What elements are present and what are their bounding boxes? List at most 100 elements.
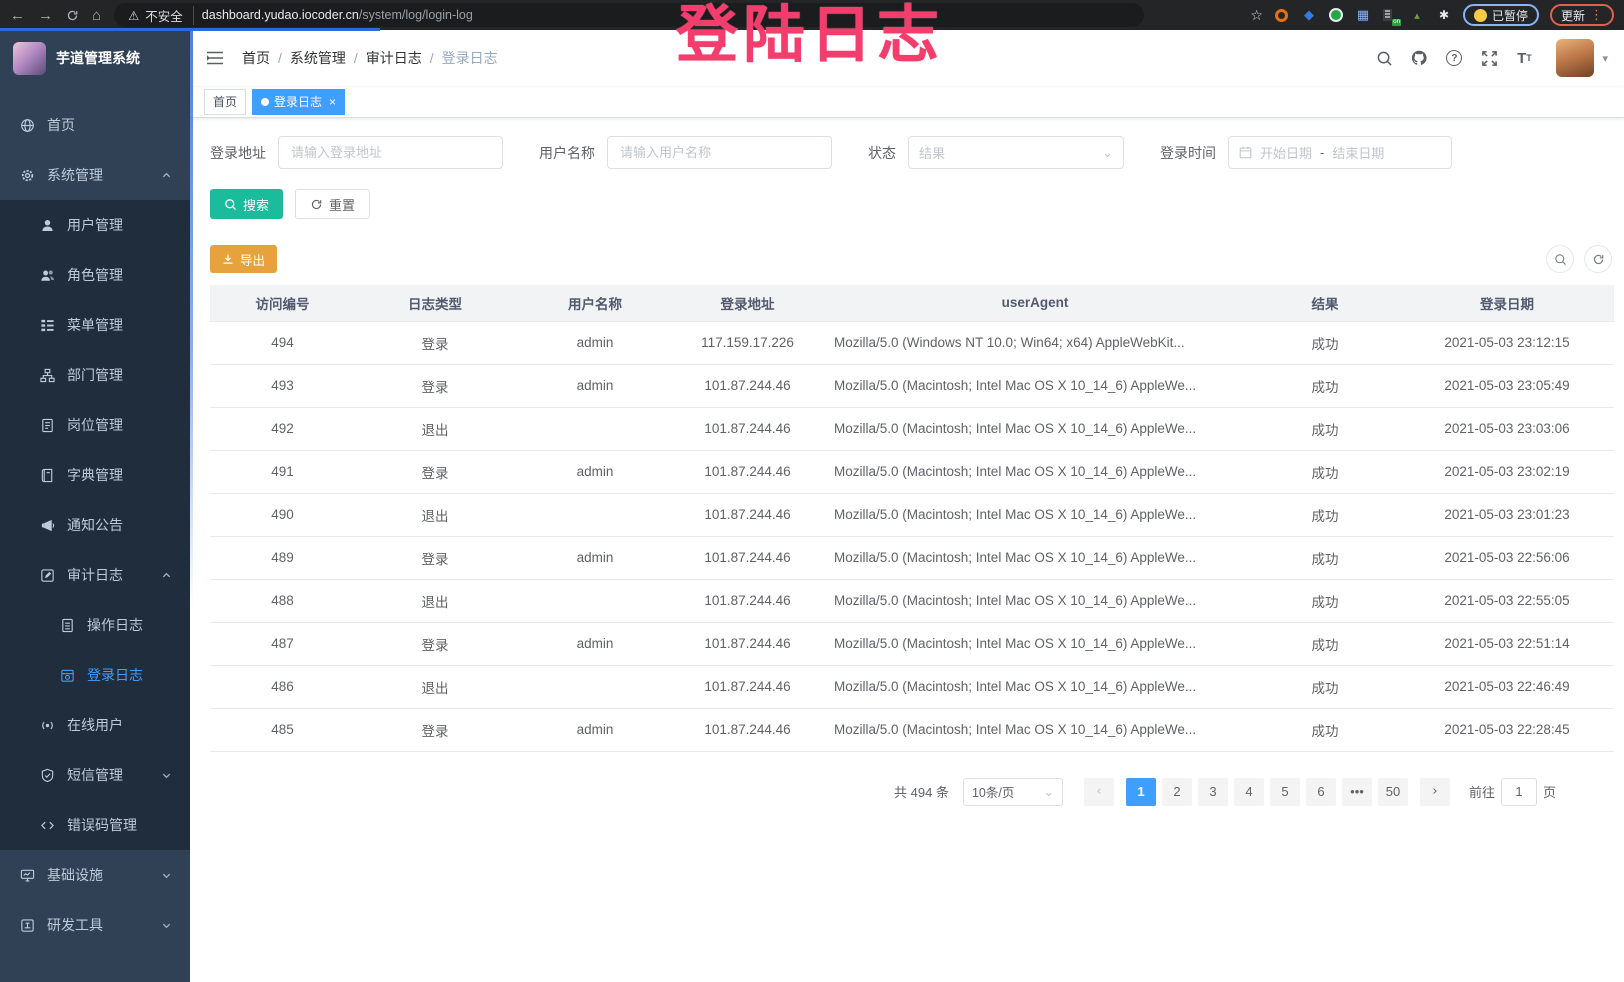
sidebar-item-audit-log[interactable]: 审计日志 bbox=[0, 550, 190, 600]
forward-icon[interactable]: → bbox=[38, 8, 53, 23]
pagination-page-1[interactable]: 1 bbox=[1126, 778, 1156, 806]
page-size-select[interactable]: 10条/页 ⌄ bbox=[963, 778, 1063, 806]
sidebar-item-home[interactable]: 首页 bbox=[0, 100, 190, 150]
fullscreen-icon[interactable] bbox=[1480, 49, 1498, 67]
breadcrumb-home[interactable]: 首页 bbox=[242, 48, 270, 68]
cell-type: 登录 bbox=[355, 622, 515, 665]
sidebar-item-label: 错误码管理 bbox=[67, 815, 137, 835]
close-icon[interactable]: × bbox=[329, 95, 336, 109]
jump-suffix: 页 bbox=[1543, 782, 1556, 801]
login-address-input[interactable] bbox=[278, 136, 503, 169]
cell-username bbox=[515, 665, 675, 708]
sidebar-item-error-code[interactable]: 错误码管理 bbox=[0, 800, 190, 850]
login-log-table: 访问编号 日志类型 用户名称 登录地址 userAgent 结果 登录日期 49… bbox=[210, 285, 1614, 752]
cell-result: 成功 bbox=[1250, 622, 1400, 665]
ext-green-icon[interactable] bbox=[1328, 7, 1344, 23]
pagination-page-50[interactable]: 50 bbox=[1378, 778, 1408, 806]
sidebar-item-operate-log[interactable]: 操作日志 bbox=[0, 600, 190, 650]
table-mini-actions bbox=[1546, 245, 1612, 273]
github-icon[interactable] bbox=[1410, 49, 1428, 67]
tab-login-log[interactable]: 登录日志 × bbox=[252, 89, 345, 115]
search-button[interactable]: 搜索 bbox=[210, 189, 283, 219]
cell-date: 2021-05-03 23:01:23 bbox=[1400, 493, 1614, 536]
pagination-prev-button[interactable]: ‹ bbox=[1084, 778, 1114, 806]
sidebar-item-online-user[interactable]: 在线用户 bbox=[0, 700, 190, 750]
paused-extension-pill[interactable]: 已暂停 bbox=[1463, 4, 1539, 26]
reload-icon[interactable] bbox=[66, 9, 79, 22]
sidebar-item-role[interactable]: 角色管理 bbox=[0, 250, 190, 300]
search-icon[interactable] bbox=[1375, 49, 1393, 67]
sidebar-item-login-log[interactable]: 登录日志 bbox=[0, 650, 190, 700]
breadcrumb-system[interactable]: 系统管理 bbox=[290, 48, 346, 68]
browser-menu-icon[interactable]: ⋮ bbox=[1590, 7, 1603, 23]
pagination-page-6[interactable]: 6 bbox=[1306, 778, 1336, 806]
home-icon[interactable]: ⌂ bbox=[92, 8, 101, 23]
sidebar-item-dept[interactable]: 部门管理 bbox=[0, 350, 190, 400]
sidebar-item-user[interactable]: 用户管理 bbox=[0, 200, 190, 250]
extensions-puzzle-icon[interactable]: ✱ bbox=[1436, 7, 1452, 23]
table-row: 488退出101.87.244.46Mozilla/5.0 (Macintosh… bbox=[210, 579, 1614, 622]
cell-result: 成功 bbox=[1250, 407, 1400, 450]
user-menu[interactable]: ▾ bbox=[1556, 39, 1608, 77]
app-window: 芋道管理系统 首页系统管理用户管理角色管理菜单管理部门管理岗位管理字典管理通知公… bbox=[0, 30, 1624, 982]
cell-date: 2021-05-03 22:56:06 bbox=[1400, 536, 1614, 579]
sidebar-item-system[interactable]: 系统管理 bbox=[0, 150, 190, 200]
cell-date: 2021-05-03 22:51:14 bbox=[1400, 622, 1614, 665]
tab-home[interactable]: 首页 bbox=[204, 89, 246, 115]
refresh-button[interactable] bbox=[1584, 245, 1612, 273]
cell-type: 登录 bbox=[355, 450, 515, 493]
ext-grid-icon[interactable]: ▦ bbox=[1355, 7, 1371, 23]
help-icon[interactable]: ? bbox=[1445, 49, 1463, 67]
address-bar[interactable]: ⚠ 不安全 dashboard.yudao.iocoder.cn/system/… bbox=[114, 3, 1144, 27]
security-chip[interactable]: ⚠ 不安全 bbox=[128, 6, 194, 25]
cell-ip: 101.87.244.46 bbox=[675, 708, 820, 751]
sidebar-item-dict[interactable]: 字典管理 bbox=[0, 450, 190, 500]
sidebar-item-notice[interactable]: 通知公告 bbox=[0, 500, 190, 550]
sidebar-item-infra[interactable]: 基础设施 bbox=[0, 850, 190, 900]
breadcrumb-separator: / bbox=[278, 50, 282, 66]
export-button[interactable]: 导出 bbox=[210, 245, 277, 273]
ext-proxy-icon[interactable]: on bbox=[1382, 7, 1398, 23]
date-range-picker[interactable]: 开始日期 - 结束日期 bbox=[1228, 136, 1452, 169]
pagination-page-4[interactable]: 4 bbox=[1234, 778, 1264, 806]
ext-leaf-icon[interactable]: ▴ bbox=[1409, 7, 1425, 23]
cell-username: admin bbox=[515, 450, 675, 493]
app-logo[interactable]: 芋道管理系统 bbox=[0, 30, 190, 86]
cell-date: 2021-05-03 22:46:49 bbox=[1400, 665, 1614, 708]
sidebar-item-dev-tool[interactable]: 研发工具 bbox=[0, 900, 190, 950]
pagination-next-button[interactable]: › bbox=[1420, 778, 1450, 806]
pagination-pages: 123456•••50 bbox=[1123, 778, 1411, 806]
doc-icon bbox=[60, 618, 75, 633]
sidebar-item-label: 通知公告 bbox=[67, 515, 123, 535]
pagination-page-5[interactable]: 5 bbox=[1270, 778, 1300, 806]
breadcrumb-audit-log[interactable]: 审计日志 bbox=[366, 48, 422, 68]
page-size-value: 10条/页 bbox=[972, 782, 1014, 801]
hamburger-icon[interactable] bbox=[206, 51, 224, 65]
sidebar-item-post[interactable]: 岗位管理 bbox=[0, 400, 190, 450]
ext-orange-icon[interactable] bbox=[1274, 7, 1290, 23]
pagination-more-button[interactable]: ••• bbox=[1342, 778, 1372, 806]
sidebar-item-sms[interactable]: 短信管理 bbox=[0, 750, 190, 800]
pagination-page-3[interactable]: 3 bbox=[1198, 778, 1228, 806]
cell-ip: 101.87.244.46 bbox=[675, 493, 820, 536]
cell-ip: 101.87.244.46 bbox=[675, 450, 820, 493]
browser-update-button[interactable]: 更新 ⋮ bbox=[1550, 4, 1614, 26]
pagination-total: 共 494 条 bbox=[894, 782, 949, 801]
search-toggle-button[interactable] bbox=[1546, 245, 1574, 273]
ext-blue-gem-icon[interactable]: ◆ bbox=[1301, 7, 1317, 23]
chevron-down-icon bbox=[161, 870, 172, 881]
font-size-icon[interactable]: TT bbox=[1515, 49, 1533, 67]
cell-username: admin bbox=[515, 321, 675, 364]
username-input[interactable] bbox=[607, 136, 832, 169]
sidebar-item-menu[interactable]: 菜单管理 bbox=[0, 300, 190, 350]
back-icon[interactable]: ← bbox=[10, 8, 25, 23]
reset-button[interactable]: 重置 bbox=[295, 189, 370, 219]
tool-icon bbox=[20, 918, 35, 933]
sidebar: 芋道管理系统 首页系统管理用户管理角色管理菜单管理部门管理岗位管理字典管理通知公… bbox=[0, 30, 190, 982]
chrome-right-cluster: ☆ ◆ ▦ on ▴ ✱ 已暂停 更新 ⋮ bbox=[1250, 4, 1614, 26]
jump-page-input[interactable] bbox=[1501, 778, 1537, 806]
filter-username: 用户名称 bbox=[539, 136, 832, 169]
status-select[interactable]: 结果 ⌄ bbox=[908, 136, 1124, 169]
pagination-page-2[interactable]: 2 bbox=[1162, 778, 1192, 806]
bookmark-star-icon[interactable]: ☆ bbox=[1250, 7, 1263, 24]
